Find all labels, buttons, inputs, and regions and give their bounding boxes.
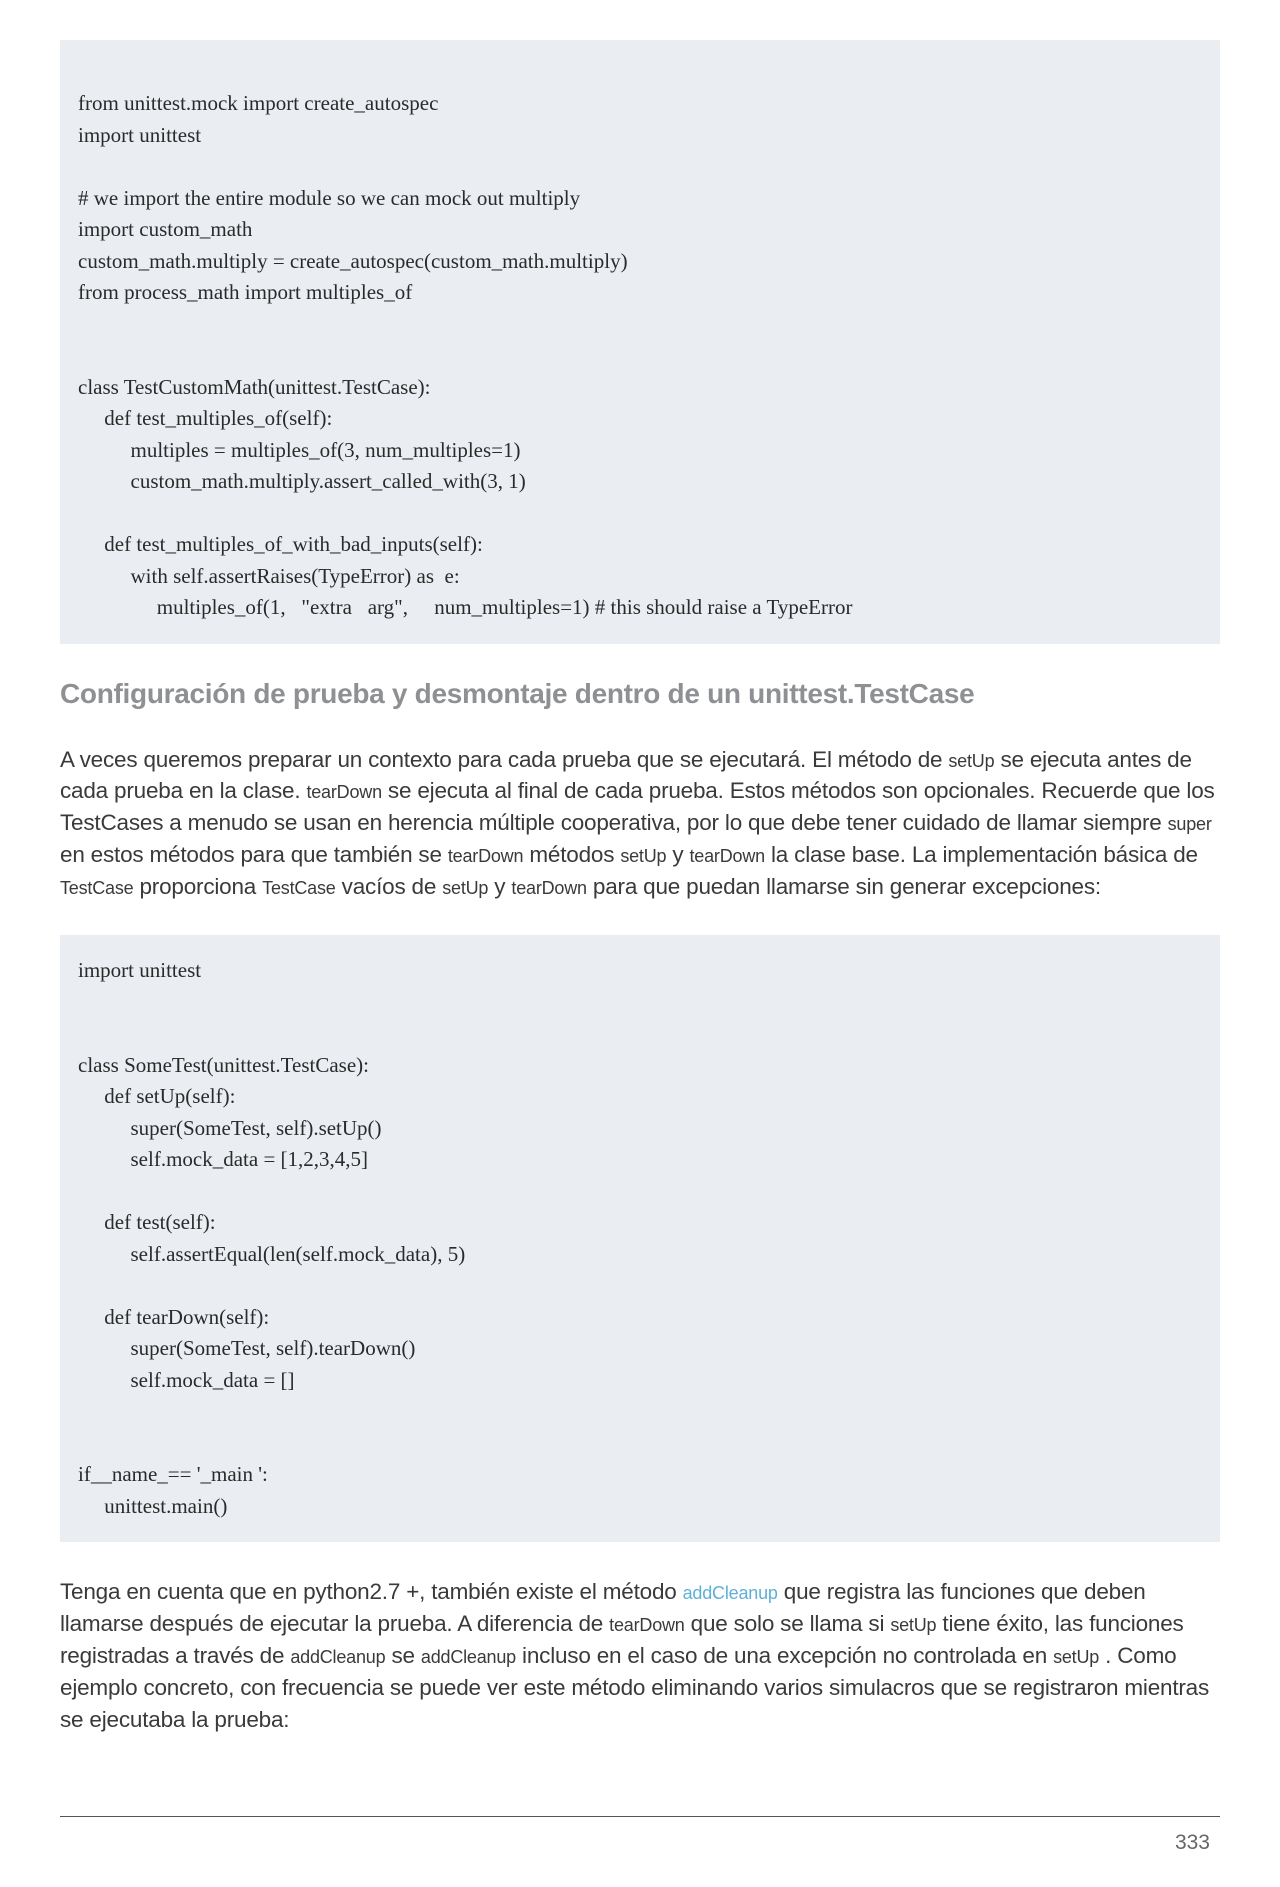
- text-segment: para que puedan llamarse sin generar exc…: [587, 874, 1101, 899]
- page-number: 333: [1175, 1831, 1210, 1855]
- inline-code-teardown: tearDown: [448, 846, 523, 866]
- inline-code-setup: setUp: [948, 751, 994, 771]
- inline-code-teardown: tearDown: [306, 782, 381, 802]
- inline-code-addcleanup-link[interactable]: addCleanup: [683, 1583, 778, 1603]
- text-segment: vacíos de: [336, 874, 443, 899]
- text-segment: que solo se llama si: [685, 1611, 891, 1636]
- inline-code-testcase: TestCase: [60, 878, 133, 898]
- inline-code-setup: setUp: [620, 846, 666, 866]
- inline-code-setup: setUp: [890, 1615, 936, 1635]
- paragraph-2: Tenga en cuenta que en python2.7 +, tamb…: [60, 1576, 1220, 1736]
- text-segment: en estos métodos para que también se: [60, 842, 448, 867]
- horizontal-rule: [60, 1816, 1220, 1817]
- text-segment: proporciona: [133, 874, 262, 899]
- inline-code-super: super: [1168, 814, 1212, 834]
- text-segment: incluso en el caso de una excepción no c…: [516, 1643, 1053, 1668]
- inline-code-teardown: tearDown: [609, 1615, 684, 1635]
- inline-code-teardown: tearDown: [690, 846, 765, 866]
- inline-code-addcleanup: addCleanup: [290, 1647, 385, 1667]
- text-segment: y: [488, 874, 511, 899]
- code-block-2: import unittest class SomeTest(unittest.…: [60, 935, 1220, 1542]
- code-block-1: from unittest.mock import create_autospe…: [60, 40, 1220, 644]
- inline-code-addcleanup: addCleanup: [421, 1647, 516, 1667]
- inline-code-setup: setUp: [1053, 1647, 1099, 1667]
- text-segment: A veces queremos preparar un contexto pa…: [60, 747, 948, 772]
- text-segment: métodos: [523, 842, 620, 867]
- inline-code-setup: setUp: [442, 878, 488, 898]
- text-segment: Tenga en cuenta que en python2.7 +, tamb…: [60, 1579, 683, 1604]
- inline-code-teardown: tearDown: [511, 878, 586, 898]
- section-heading: Configuración de prueba y desmontaje den…: [60, 678, 1220, 710]
- text-segment: se: [385, 1643, 420, 1668]
- text-segment: la clase base. La implementación básica …: [765, 842, 1198, 867]
- paragraph-1: A veces queremos preparar un contexto pa…: [60, 744, 1220, 904]
- text-segment: y: [666, 842, 689, 867]
- inline-code-testcase: TestCase: [262, 878, 335, 898]
